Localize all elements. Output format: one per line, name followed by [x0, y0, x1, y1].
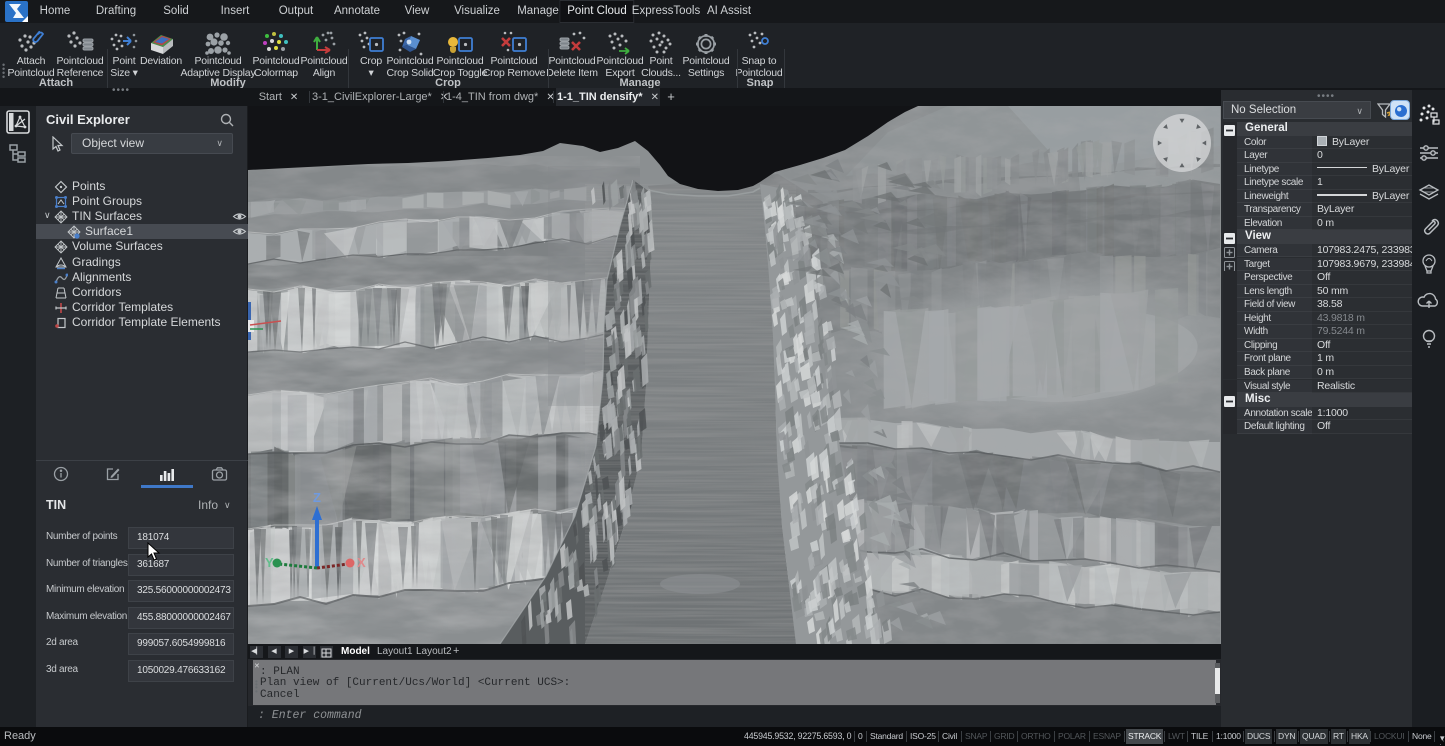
svg-text:Y: Y [265, 555, 274, 570]
svg-text:X: X [357, 555, 366, 570]
svg-text:Z: Z [313, 490, 321, 505]
